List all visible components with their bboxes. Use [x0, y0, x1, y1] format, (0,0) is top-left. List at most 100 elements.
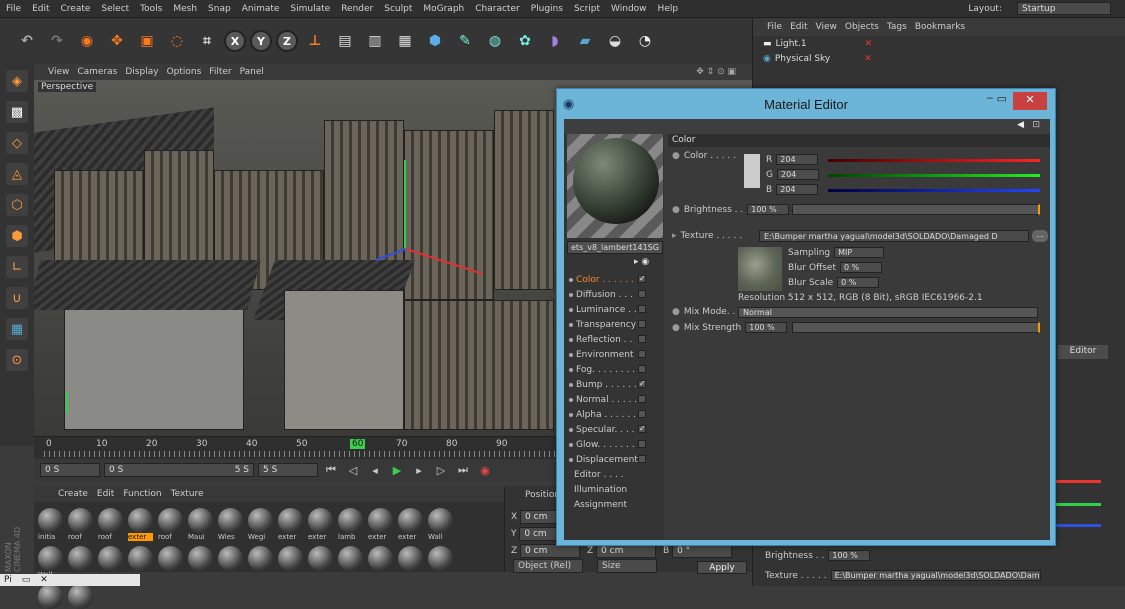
go-to-start-icon[interactable]: ⏮ [322, 461, 340, 479]
channel-item[interactable]: Color . . . . . . ✓ [564, 272, 664, 287]
material-ball[interactable]: lamb [338, 508, 363, 541]
channel-checkbox[interactable]: ✓ [638, 275, 646, 283]
obj-menu-file[interactable]: File [767, 22, 782, 32]
material-ball[interactable]: exter [278, 508, 303, 541]
mix-strength-slider[interactable] [792, 322, 1040, 333]
points-mode-icon[interactable]: ◬ [6, 163, 28, 185]
menu-snap[interactable]: Snap [208, 4, 231, 14]
record-icon[interactable]: ◉ [476, 461, 494, 479]
layout-dropdown[interactable]: Startup [1017, 2, 1111, 15]
material-ball[interactable] [188, 546, 213, 571]
material-ball[interactable]: exter [398, 508, 423, 541]
mat-menu-create[interactable]: Create [58, 489, 88, 499]
channel-item[interactable]: Transparency [564, 317, 664, 332]
b-field[interactable]: 204 [776, 184, 819, 195]
material-ball[interactable] [398, 546, 423, 571]
deformer-icon[interactable]: ◗ [542, 28, 568, 54]
live-select-icon[interactable]: ◉ [74, 28, 100, 54]
material-ball[interactable]: Wall [428, 508, 453, 541]
timeline-current-frame[interactable]: 60 [350, 439, 366, 449]
x-axis-icon[interactable]: X [224, 30, 246, 52]
material-ball[interactable]: Wies [218, 508, 243, 541]
edit-render-settings-icon[interactable]: ▦ [392, 28, 418, 54]
preview-range-slider[interactable]: 0 S 5 S [104, 463, 254, 477]
viewport-nav-icons[interactable]: ✥ ⇕ ⊙ ▣ [696, 67, 736, 77]
viewport-menu-options[interactable]: Options [167, 67, 202, 77]
world-coord-icon[interactable]: ⊥ [302, 28, 328, 54]
material-ball[interactable] [278, 546, 303, 571]
blur-offset-field[interactable]: 0 % [839, 262, 882, 273]
camera-icon[interactable]: ◒ [602, 28, 628, 54]
taskbar-close-icon[interactable]: ✕ [40, 575, 48, 585]
object-row[interactable]: ▬ Light.1 ✕ [753, 36, 1125, 51]
menu-mesh[interactable]: Mesh [173, 4, 197, 14]
snap-grid-icon[interactable]: ▦ [6, 318, 28, 340]
material-ball[interactable] [368, 546, 393, 571]
coord-z-field[interactable]: 0 cm [520, 544, 581, 558]
scale-icon[interactable]: ▣ [134, 28, 160, 54]
move-icon[interactable]: ✥ [104, 28, 130, 54]
material-ball[interactable]: exter [368, 508, 393, 541]
g-slider[interactable] [828, 174, 1040, 177]
channel-checkbox[interactable]: ✓ [638, 380, 646, 388]
obj-menu-edit[interactable]: Edit [790, 22, 807, 32]
blur-scale-field[interactable]: 0 % [837, 277, 880, 288]
menu-script[interactable]: Script [574, 4, 600, 14]
channel-checkbox[interactable]: ✓ [638, 425, 646, 433]
viewport-menu-panel[interactable]: Panel [240, 67, 264, 77]
channel-checkbox[interactable] [638, 440, 646, 448]
channel-item[interactable]: Displacement [564, 452, 664, 467]
menu-help[interactable]: Help [658, 4, 679, 14]
previous-frame-icon[interactable]: ◂ [366, 461, 384, 479]
channel-checkbox[interactable] [638, 335, 646, 343]
object-visibility-icon[interactable]: ✕ [864, 54, 872, 64]
viewport-menu-filter[interactable]: Filter [209, 67, 231, 77]
channel-checkbox[interactable] [638, 395, 646, 403]
channel-checkbox[interactable] [638, 455, 646, 463]
light-icon[interactable]: ◔ [632, 28, 658, 54]
material-ball[interactable] [68, 584, 93, 609]
coordinate-icon[interactable]: ⌗ [194, 28, 220, 54]
material-ball[interactable] [338, 546, 363, 571]
lock-workplane-icon[interactable]: ⊙ [6, 349, 28, 371]
channel-checkbox[interactable] [638, 305, 646, 313]
undo-icon[interactable]: ↶ [14, 28, 40, 54]
menu-render[interactable]: Render [341, 4, 373, 14]
material-ball[interactable]: exter [128, 508, 153, 541]
b-slider[interactable] [828, 189, 1040, 192]
workplane-icon[interactable]: ◇ [6, 132, 28, 154]
material-ball[interactable] [428, 546, 453, 571]
gizmo-y-axis[interactable] [404, 160, 406, 250]
viewport-menu-display[interactable]: Display [125, 67, 158, 77]
material-ball[interactable] [68, 546, 93, 571]
end-time-field[interactable]: 5 S [258, 463, 318, 477]
play-icon[interactable]: ▶ [388, 461, 406, 479]
brightness-field[interactable]: 100 % [747, 204, 790, 215]
g-field[interactable]: 204 [776, 169, 819, 180]
minimize-icon[interactable]: – [987, 92, 993, 104]
channel-item[interactable]: Specular. . . . ✓ [564, 422, 664, 437]
coord-size-z-field[interactable]: 0 cm [596, 544, 657, 558]
menu-window[interactable]: Window [611, 4, 647, 14]
lock-icon[interactable]: ⊡ [1032, 120, 1040, 130]
channel-item[interactable]: Alpha . . . . . . [564, 407, 664, 422]
texture-mode-icon[interactable]: ▩ [6, 101, 28, 123]
material-name-field[interactable]: ets_v8_lambert141SG [567, 241, 663, 254]
r-slider[interactable] [828, 159, 1040, 162]
menu-simulate[interactable]: Simulate [290, 4, 330, 14]
render-picture-icon[interactable]: ▥ [362, 28, 388, 54]
material-ball[interactable] [158, 546, 183, 571]
channel-item[interactable]: Reflection . . [564, 332, 664, 347]
material-ball[interactable]: initia [38, 508, 63, 541]
next-frame-icon[interactable]: ▸ [410, 461, 428, 479]
material-ball[interactable] [218, 546, 243, 571]
edges-mode-icon[interactable]: ⬡ [6, 194, 28, 216]
menu-select[interactable]: Select [101, 4, 129, 14]
attr-texture-path[interactable]: E:\Bumper martha yagual\model3d\SOLDADO\… [830, 570, 1041, 581]
sampling-dropdown[interactable]: MIP [834, 247, 885, 258]
menu-sculpt[interactable]: Sculpt [384, 4, 412, 14]
material-ball[interactable]: Maui [188, 508, 213, 541]
axis-mode-icon[interactable]: ∟ [6, 256, 28, 278]
channel-editor[interactable]: Editor . . . . [574, 470, 624, 480]
brightness-slider[interactable] [792, 204, 1040, 215]
